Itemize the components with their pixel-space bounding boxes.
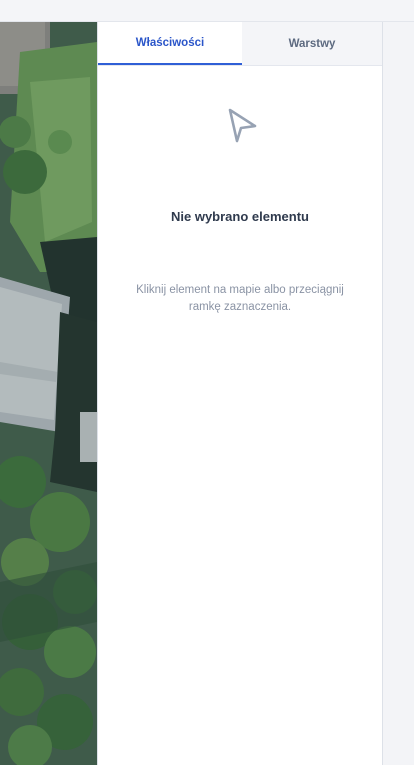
- panel-tabs: Właściwości Warstwy: [98, 22, 382, 66]
- right-gutter: [383, 22, 414, 765]
- top-toolbar-strip: [0, 0, 414, 22]
- cursor-pointer-icon: [228, 108, 257, 143]
- map-view[interactable]: [0, 22, 97, 765]
- empty-state-title: Nie wybrano elementu: [171, 209, 309, 224]
- properties-panel: Właściwości Warstwy Nie wybrano elementu…: [97, 22, 383, 765]
- app-window: Właściwości Warstwy Nie wybrano elementu…: [0, 0, 414, 765]
- aerial-imagery[interactable]: [0, 22, 97, 765]
- empty-state-hint: Kliknij element na mapie albo przeciągni…: [136, 284, 344, 313]
- tab-layers[interactable]: Warstwy: [242, 22, 382, 65]
- tab-properties[interactable]: Właściwości: [98, 22, 242, 65]
